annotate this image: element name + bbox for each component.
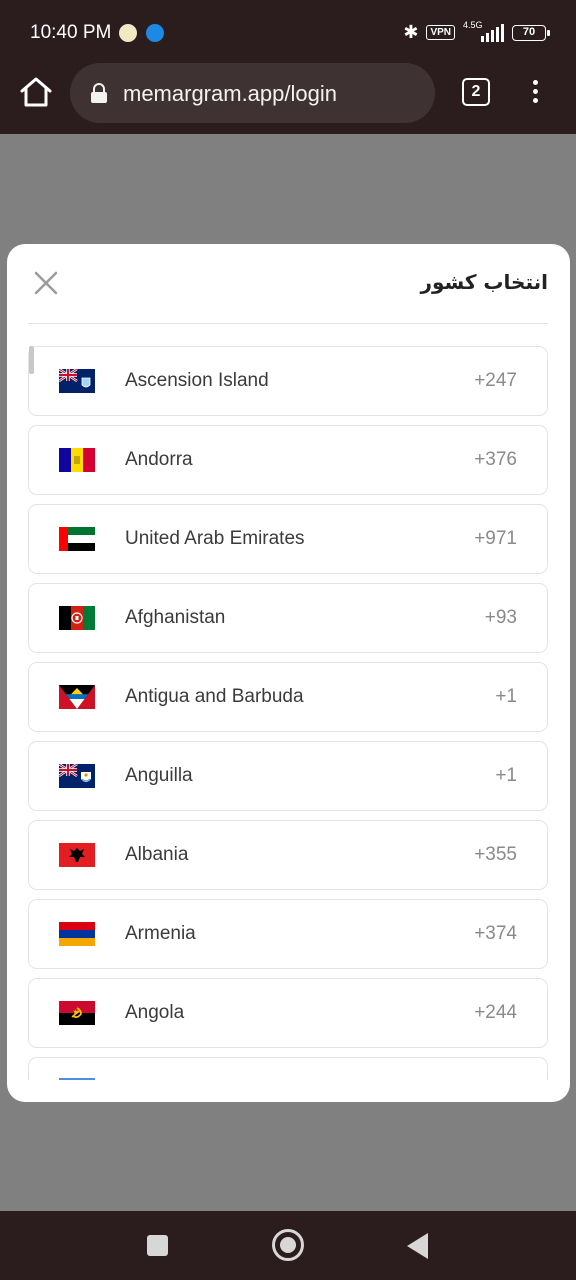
country-code: +247	[474, 370, 517, 391]
country-name: Andorra	[125, 449, 193, 470]
armenia-flag-icon	[59, 922, 95, 946]
country-name: Albania	[125, 844, 189, 865]
country-code: +971	[474, 528, 517, 549]
anguilla-flag-icon	[59, 764, 95, 788]
angola-flag-icon	[59, 1001, 95, 1025]
country-code: +376	[474, 449, 517, 470]
ascension-flag-icon	[59, 369, 95, 393]
country-code: +355	[474, 844, 517, 865]
country-item-anguilla[interactable]: Anguilla +1	[28, 741, 548, 811]
country-name: United Arab Emirates	[125, 528, 305, 549]
status-bar: 10:40 PM ✱ VPN 4.5G 70	[0, 0, 576, 60]
antigua-flag-icon	[59, 685, 95, 709]
flag-icon	[59, 1078, 95, 1080]
country-code: +93	[484, 607, 517, 628]
close-icon[interactable]	[33, 270, 59, 296]
country-item-angola[interactable]: Angola +244	[28, 978, 548, 1048]
more-menu-icon[interactable]	[524, 77, 546, 109]
country-item-afghanistan[interactable]: Afghanistan +93	[28, 583, 548, 653]
battery-icon: 70	[512, 24, 550, 41]
recent-apps-icon[interactable]	[147, 1235, 168, 1256]
system-navigation-bar	[0, 1211, 576, 1280]
home-icon[interactable]	[18, 74, 54, 110]
divider	[28, 323, 548, 324]
tab-switcher-button[interactable]: 2	[462, 78, 490, 106]
vpn-lock-notification-icon	[119, 24, 137, 42]
lock-icon	[91, 83, 107, 103]
status-time: 10:40 PM	[30, 22, 112, 43]
browser-toolbar: memargram.app/login 2	[0, 60, 576, 134]
signal-icon: 4.5G	[463, 20, 504, 42]
network-type-label: 4.5G	[463, 19, 483, 30]
country-code: +244	[474, 1002, 517, 1023]
country-item-armenia[interactable]: Armenia +374	[28, 899, 548, 969]
country-item-antigua-and-barbuda[interactable]: Antigua and Barbuda +1	[28, 662, 548, 732]
status-icons: ✱ VPN 4.5G 70	[403, 20, 550, 43]
country-name: Armenia	[125, 923, 196, 944]
modal-title: انتخاب کشور	[420, 270, 548, 294]
bluetooth-icon: ✱	[403, 22, 419, 42]
afghanistan-flag-icon	[59, 606, 95, 630]
country-item-andorra[interactable]: Andorra +376	[28, 425, 548, 495]
country-name: Anguilla	[125, 765, 193, 786]
scrollbar[interactable]	[29, 346, 34, 374]
country-picker-modal: انتخاب کشور Ascension Island +247 Andorr…	[7, 244, 570, 1102]
home-circle-icon[interactable]	[272, 1229, 304, 1261]
country-item-partial[interactable]	[28, 1057, 548, 1080]
country-list[interactable]: Ascension Island +247 Andorra +376 Unite…	[28, 346, 548, 1080]
address-bar[interactable]: memargram.app/login	[70, 63, 435, 123]
country-item-ascension-island[interactable]: Ascension Island +247	[28, 346, 548, 416]
country-name: Angola	[125, 1002, 185, 1023]
country-name: Antigua and Barbuda	[125, 686, 304, 707]
country-name: Ascension Island	[125, 370, 269, 391]
andorra-flag-icon	[59, 448, 95, 472]
albania-flag-icon	[59, 843, 95, 867]
country-code: +1	[495, 686, 517, 707]
country-code: +374	[474, 923, 517, 944]
url-text: memargram.app/login	[123, 81, 337, 106]
country-item-united-arab-emirates[interactable]: United Arab Emirates +971	[28, 504, 548, 574]
country-code: +1	[495, 765, 517, 786]
uae-flag-icon	[59, 527, 95, 551]
back-icon[interactable]	[407, 1233, 428, 1259]
phone-call-notification-icon	[146, 24, 164, 42]
country-item-albania[interactable]: Albania +355	[28, 820, 548, 890]
vpn-badge: VPN	[426, 25, 455, 40]
country-name: Afghanistan	[125, 607, 226, 628]
